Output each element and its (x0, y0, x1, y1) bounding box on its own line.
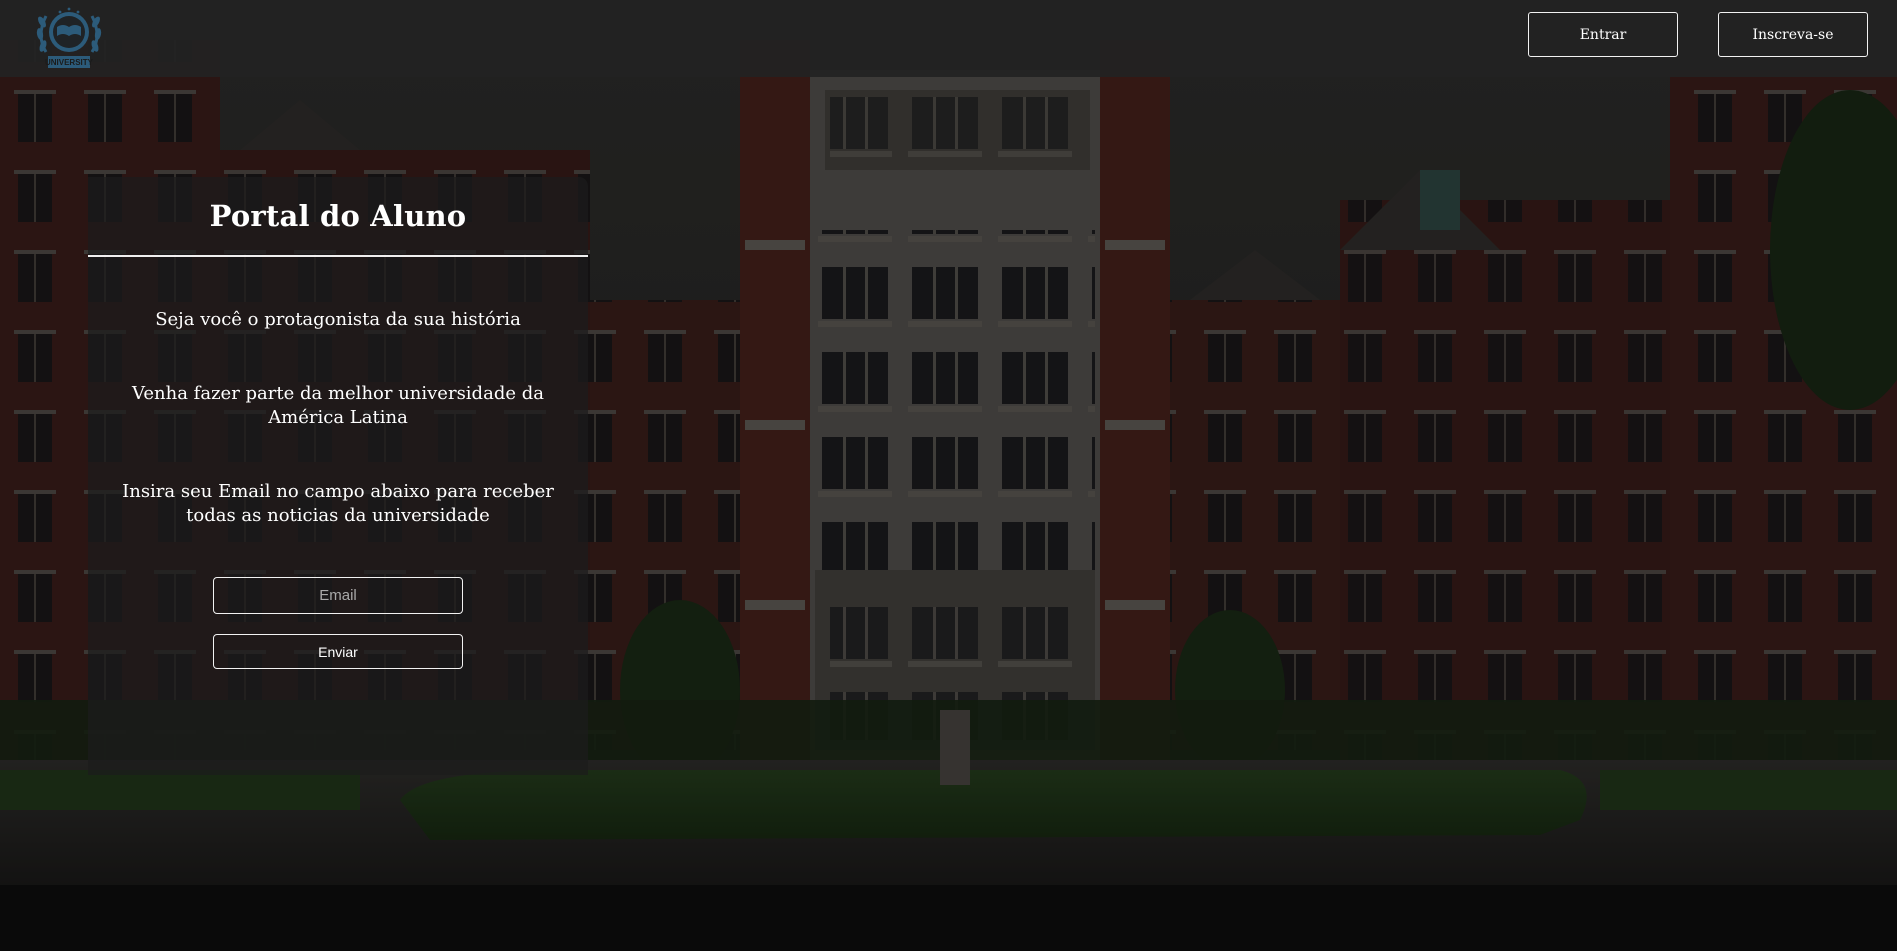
student-portal-card: Portal do Aluno Seja você o protagonista… (88, 177, 588, 775)
portal-tagline: Seja você o protagonista da sua história (155, 309, 521, 330)
page: UNIVERSITY Entrar Inscreva-se Portal do … (0, 0, 1897, 951)
footer-band (0, 885, 1897, 951)
email-input[interactable] (213, 577, 463, 614)
submit-button[interactable]: Enviar (213, 634, 463, 669)
portal-instructions: Insira seu Email no campo abaixo para re… (122, 481, 554, 526)
portal-title: Portal do Aluno (209, 199, 467, 233)
signup-button[interactable]: Inscreva-se (1718, 12, 1868, 57)
top-navigation-bar: UNIVERSITY Entrar Inscreva-se (0, 0, 1897, 77)
portal-pitch: Venha fazer parte da melhor universidade… (132, 383, 544, 428)
login-button[interactable]: Entrar (1528, 12, 1678, 57)
university-logo[interactable]: UNIVERSITY (30, 0, 108, 76)
svg-text:UNIVERSITY: UNIVERSITY (45, 58, 94, 67)
title-divider (88, 255, 588, 257)
